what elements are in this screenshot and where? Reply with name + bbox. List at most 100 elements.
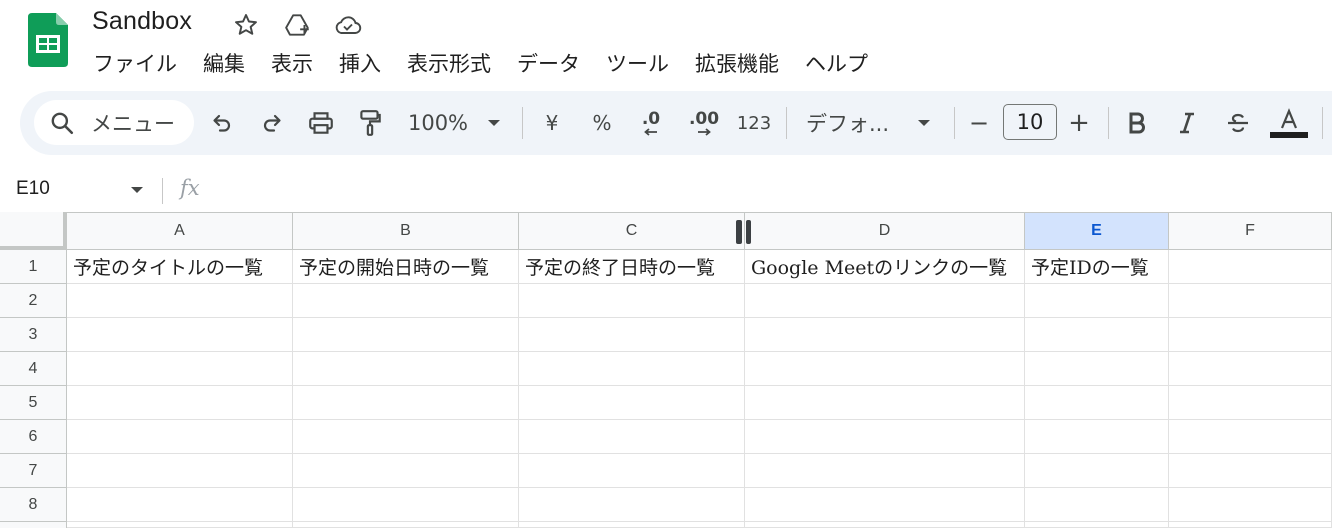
print-icon[interactable] — [304, 107, 338, 139]
row-header-6[interactable]: 6 — [0, 420, 67, 454]
currency-format-button[interactable]: ¥ — [540, 107, 564, 139]
cell-a8[interactable] — [67, 488, 293, 522]
decrease-decimal-button[interactable]: .0 — [634, 107, 668, 139]
cell-a7[interactable] — [67, 454, 293, 488]
cell-e8[interactable] — [1025, 488, 1169, 522]
cell-e4[interactable] — [1025, 352, 1169, 386]
document-title[interactable]: Sandbox — [92, 7, 192, 36]
menu-format[interactable]: 表示形式 — [394, 48, 504, 80]
column-header-f[interactable]: F — [1169, 212, 1332, 250]
row-header-2[interactable]: 2 — [0, 284, 67, 318]
cell-d8[interactable] — [745, 488, 1025, 522]
name-box[interactable]: E10 — [16, 178, 50, 200]
font-dropdown-icon[interactable] — [912, 107, 936, 139]
cell-f2[interactable] — [1169, 284, 1332, 318]
paint-format-icon[interactable] — [354, 107, 386, 139]
increase-decimal-button[interactable]: .00 — [684, 107, 724, 139]
cell-d6[interactable] — [745, 420, 1025, 454]
menu-file[interactable]: ファイル — [80, 48, 190, 80]
zoom-dropdown-icon[interactable] — [482, 107, 506, 139]
row-header-3[interactable]: 3 — [0, 318, 67, 352]
cell-e1[interactable]: 予定IDの一覧 — [1025, 250, 1169, 284]
cell-b9[interactable] — [293, 522, 519, 528]
cell-b7[interactable] — [293, 454, 519, 488]
redo-icon[interactable] — [256, 107, 288, 139]
column-header-d[interactable]: D — [745, 212, 1025, 250]
cell-c8[interactable] — [519, 488, 745, 522]
cell-e5[interactable] — [1025, 386, 1169, 420]
row-header-4[interactable]: 4 — [0, 352, 67, 386]
cell-f3[interactable] — [1169, 318, 1332, 352]
undo-icon[interactable] — [206, 107, 238, 139]
cell-f6[interactable] — [1169, 420, 1332, 454]
cell-c6[interactable] — [519, 420, 745, 454]
cell-b2[interactable] — [293, 284, 519, 318]
cell-f1[interactable] — [1169, 250, 1332, 284]
menu-search-box[interactable]: メニュー — [34, 100, 194, 145]
cell-b3[interactable] — [293, 318, 519, 352]
zoom-select[interactable]: 100% — [406, 107, 470, 139]
text-color-icon[interactable] — [1270, 103, 1308, 143]
cell-e3[interactable] — [1025, 318, 1169, 352]
cloud-saved-icon[interactable] — [334, 11, 362, 39]
menu-view[interactable]: 表示 — [258, 48, 326, 80]
menu-extensions[interactable]: 拡張機能 — [682, 48, 792, 80]
cell-f5[interactable] — [1169, 386, 1332, 420]
cell-e9[interactable] — [1025, 522, 1169, 528]
cell-e7[interactable] — [1025, 454, 1169, 488]
menu-edit[interactable]: 編集 — [190, 48, 258, 80]
sheets-logo-icon[interactable] — [28, 13, 68, 67]
cell-f4[interactable] — [1169, 352, 1332, 386]
decrease-font-size-button[interactable]: − — [966, 107, 992, 139]
cell-a6[interactable] — [67, 420, 293, 454]
cell-f8[interactable] — [1169, 488, 1332, 522]
cell-b4[interactable] — [293, 352, 519, 386]
column-header-a[interactable]: A — [67, 212, 293, 250]
cell-d4[interactable] — [745, 352, 1025, 386]
cell-d1[interactable]: Google Meetのリンクの一覧 — [745, 250, 1025, 284]
bold-icon[interactable] — [1124, 107, 1150, 139]
italic-icon[interactable] — [1174, 107, 1200, 139]
cell-f9[interactable] — [1169, 522, 1332, 528]
star-icon[interactable] — [232, 11, 260, 39]
column-header-e[interactable]: E — [1025, 212, 1169, 250]
cell-c1[interactable]: 予定の終了日時の一覧 — [519, 250, 745, 284]
cell-e6[interactable] — [1025, 420, 1169, 454]
cell-b5[interactable] — [293, 386, 519, 420]
cell-a4[interactable] — [67, 352, 293, 386]
cell-d2[interactable] — [745, 284, 1025, 318]
cell-a2[interactable] — [67, 284, 293, 318]
column-resize-handle[interactable] — [746, 220, 751, 244]
font-size-input[interactable]: 10 — [1003, 104, 1057, 140]
cell-a9[interactable] — [67, 522, 293, 528]
cell-d9[interactable] — [745, 522, 1025, 528]
cell-b8[interactable] — [293, 488, 519, 522]
menu-data[interactable]: データ — [504, 48, 593, 80]
cell-c4[interactable] — [519, 352, 745, 386]
column-resize-handle[interactable] — [736, 220, 742, 244]
font-family-select[interactable]: デフォ... — [806, 107, 906, 139]
increase-font-size-button[interactable]: + — [1066, 107, 1092, 139]
cell-d5[interactable] — [745, 386, 1025, 420]
menu-help[interactable]: ヘルプ — [792, 48, 881, 80]
row-header-7[interactable]: 7 — [0, 454, 67, 488]
cell-a5[interactable] — [67, 386, 293, 420]
menu-tools[interactable]: ツール — [593, 48, 682, 80]
row-header-5[interactable]: 5 — [0, 386, 67, 420]
menu-insert[interactable]: 挿入 — [326, 48, 394, 80]
move-to-drive-icon[interactable] — [284, 11, 312, 39]
row-header-8[interactable]: 8 — [0, 488, 67, 522]
spreadsheet-grid[interactable]: A B C D E F 1 2 3 4 5 6 7 8 予定のタイトルの一覧 予… — [0, 212, 1332, 528]
cell-e2[interactable] — [1025, 284, 1169, 318]
more-formats-button[interactable]: 123 — [734, 107, 774, 139]
strikethrough-icon[interactable] — [1224, 107, 1252, 139]
column-header-c[interactable]: C — [519, 212, 745, 250]
select-all-corner[interactable] — [0, 212, 67, 250]
cell-c5[interactable] — [519, 386, 745, 420]
cell-c3[interactable] — [519, 318, 745, 352]
cell-a3[interactable] — [67, 318, 293, 352]
column-header-b[interactable]: B — [293, 212, 519, 250]
cell-b6[interactable] — [293, 420, 519, 454]
cell-c2[interactable] — [519, 284, 745, 318]
row-header-9[interactable] — [0, 522, 67, 528]
